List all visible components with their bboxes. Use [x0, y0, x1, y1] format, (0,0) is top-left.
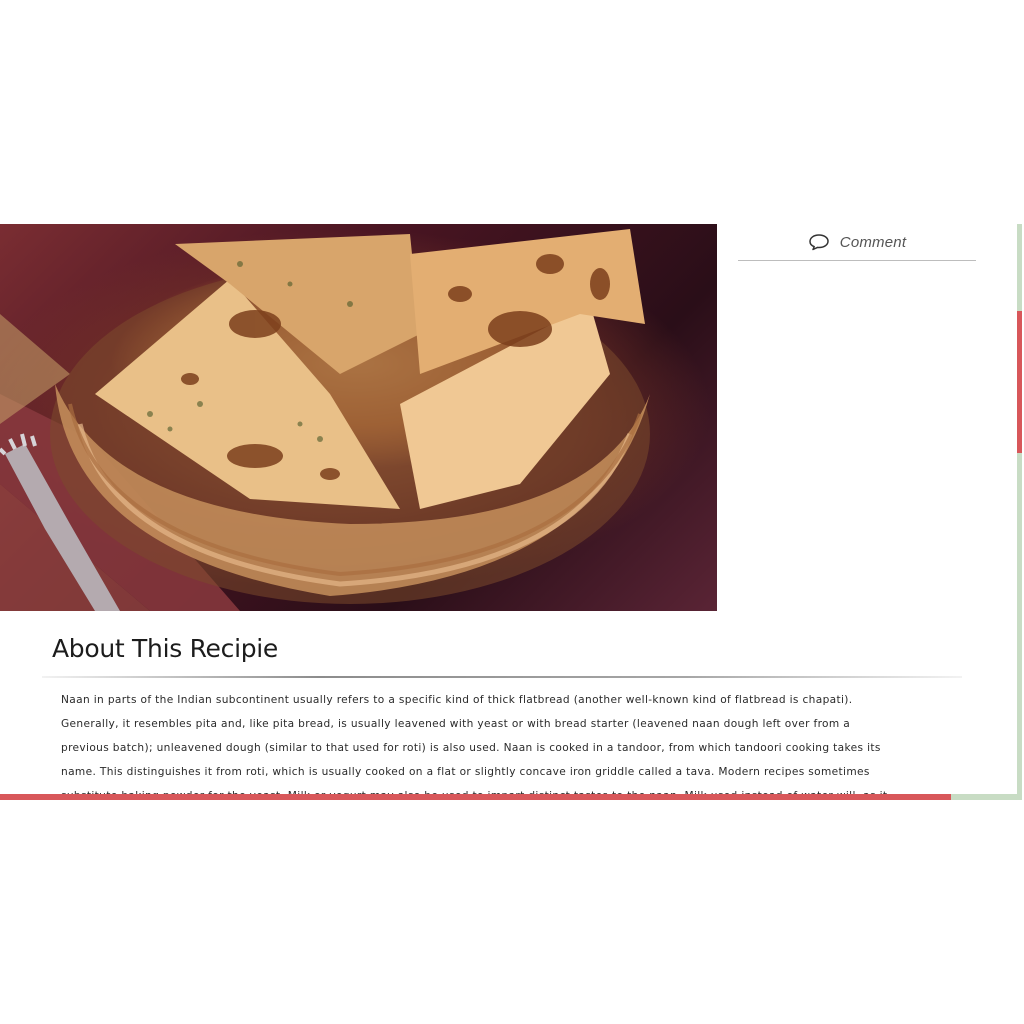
section-title: About This Recipie	[52, 634, 279, 663]
comment-label: Comment	[839, 233, 907, 251]
naan-photo	[0, 224, 717, 611]
speech-bubble-icon	[809, 234, 829, 251]
comment-button[interactable]: Comment	[738, 224, 976, 261]
recipe-viewport: Comment About This Recipie Naan in parts…	[0, 224, 1022, 800]
recipe-description: Naan in parts of the Indian subcontinent…	[61, 694, 887, 800]
vertical-scrollbar-thumb[interactable]	[1017, 311, 1022, 453]
title-divider	[42, 676, 962, 678]
reading-progress-fill	[0, 794, 951, 800]
naan-basket-illustration	[0, 229, 650, 611]
